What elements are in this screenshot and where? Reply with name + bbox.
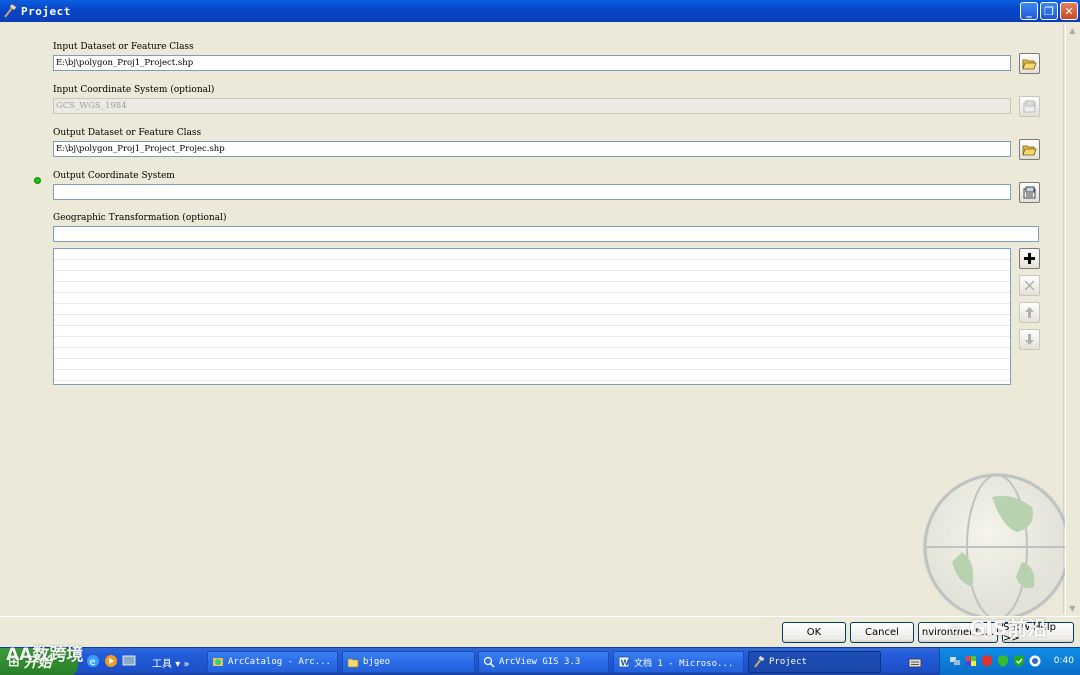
task-label: bjgeo xyxy=(363,657,391,667)
task-arccatalog[interactable]: ArcCatalog - Arc... xyxy=(207,651,338,673)
output-coord-properties-button[interactable] xyxy=(1019,182,1040,203)
vertical-scrollbar[interactable]: ▲ ▼ xyxy=(1065,24,1078,616)
magnifier-icon xyxy=(483,656,495,668)
ie-icon[interactable]: e xyxy=(86,654,100,668)
scroll-down-icon[interactable]: ▼ xyxy=(1068,604,1077,614)
arrow-down-icon xyxy=(1025,334,1034,345)
maximize-icon: ❐ xyxy=(1044,4,1054,18)
network-icon[interactable] xyxy=(948,654,962,668)
open-folder-icon xyxy=(1022,59,1037,70)
browse-input-button[interactable] xyxy=(1019,53,1040,74)
svg-text:e: e xyxy=(90,657,96,668)
system-tray: 0:40 xyxy=(939,648,1080,675)
input-coord-label: Input Coordinate System (optional) xyxy=(53,85,215,95)
watermark-left: AA数跨境 xyxy=(6,645,84,665)
toolbar-tools[interactable]: 工具 ▾ » xyxy=(152,655,190,670)
globe-watermark-icon xyxy=(922,472,1072,622)
word-document-icon: W xyxy=(618,656,630,668)
chevron-down-icon: ▾ » xyxy=(175,659,190,670)
task-label: Project xyxy=(769,657,807,667)
svg-text:W: W xyxy=(621,659,630,668)
task-label: ArcCatalog - Arc... xyxy=(228,657,331,667)
browse-output-button[interactable] xyxy=(1019,139,1040,160)
input-coord-properties-button xyxy=(1019,96,1040,117)
transform-list[interactable] xyxy=(53,248,1011,385)
input-dataset-label: Input Dataset or Feature Class xyxy=(53,42,194,52)
input-dataset-field[interactable]: E:\bj\polygon_Proj1_Project.shp xyxy=(53,55,1011,71)
properties-icon xyxy=(1023,100,1035,113)
scroll-up-icon[interactable]: ▲ xyxy=(1068,26,1077,36)
geo-transform-field[interactable] xyxy=(53,226,1039,242)
window-title: Project xyxy=(21,4,71,18)
plus-icon xyxy=(1024,253,1035,264)
task-bjgeo[interactable]: bjgeo xyxy=(342,651,475,673)
shield-icon[interactable] xyxy=(996,654,1010,668)
media-player-icon[interactable] xyxy=(104,654,118,668)
desktop-icon[interactable] xyxy=(122,654,136,668)
required-indicator xyxy=(34,177,41,184)
keyboard-icon[interactable] xyxy=(908,656,922,670)
cancel-button[interactable]: Cancel xyxy=(850,622,914,643)
task-label: 文档 1 - Microso... xyxy=(634,658,734,669)
security-center-icon[interactable] xyxy=(980,654,994,668)
hammer-icon xyxy=(754,656,765,668)
project-dialog: Input Dataset or Feature Class E:\bj\pol… xyxy=(0,22,1080,647)
open-folder-icon xyxy=(1022,145,1037,156)
parameters-panel: Input Dataset or Feature Class E:\bj\pol… xyxy=(2,24,1072,622)
output-coord-label: Output Coordinate System xyxy=(53,171,175,181)
close-button[interactable]: ✕ xyxy=(1060,2,1078,20)
arrow-up-icon xyxy=(1025,307,1034,318)
window-title-bar[interactable]: Project _ ❐ ✕ xyxy=(0,0,1080,22)
move-up-button xyxy=(1019,302,1040,323)
geo-transform-label: Geographic Transformation (optional) xyxy=(53,213,227,223)
x-icon xyxy=(1024,280,1035,291)
add-button[interactable] xyxy=(1019,248,1040,269)
minimize-icon: _ xyxy=(1026,4,1032,18)
flag-icon[interactable] xyxy=(964,654,978,668)
task-project[interactable]: Project xyxy=(748,651,881,673)
properties-icon xyxy=(1023,186,1035,199)
watermark-right-text: GIS前沿 xyxy=(968,616,1048,640)
remove-button xyxy=(1019,275,1040,296)
hammer-icon xyxy=(4,4,17,18)
minimize-button[interactable]: _ xyxy=(1020,2,1038,20)
output-dataset-field[interactable]: E:\bj\polygon_Proj1_Project_Projec.shp xyxy=(53,141,1011,157)
shield-check-icon[interactable] xyxy=(1012,654,1026,668)
input-coord-field: GCS_WGS_1984 xyxy=(53,98,1011,114)
antivirus-icon[interactable] xyxy=(1028,654,1042,668)
move-down-button xyxy=(1019,329,1040,350)
clock[interactable]: 0:40 xyxy=(1054,656,1074,666)
output-dataset-label: Output Dataset or Feature Class xyxy=(53,128,202,138)
task-arcview[interactable]: ArcView GIS 3.3 xyxy=(478,651,609,673)
folder-icon xyxy=(347,658,359,668)
close-icon: ✕ xyxy=(1064,4,1074,18)
wechat-icon: ◎ xyxy=(948,620,962,639)
task-label: ArcView GIS 3.3 xyxy=(499,657,581,667)
task-word[interactable]: W 文档 1 - Microso... xyxy=(613,651,744,673)
arccatalog-icon xyxy=(213,658,223,666)
output-coord-field[interactable] xyxy=(53,184,1011,200)
ok-button[interactable]: OK xyxy=(782,622,846,643)
tools-label: 工具 xyxy=(152,659,172,670)
watermark-right: ◎ GIS前沿 xyxy=(948,612,1047,641)
dialog-button-bar: OK Cancel nvironments... Show Help >> xyxy=(0,616,1080,647)
maximize-button[interactable]: ❐ xyxy=(1040,2,1058,20)
taskbar: ⊞ 开始 e 工具 ▾ » ArcCatalog - Arc... bjgeo … xyxy=(0,647,1080,675)
